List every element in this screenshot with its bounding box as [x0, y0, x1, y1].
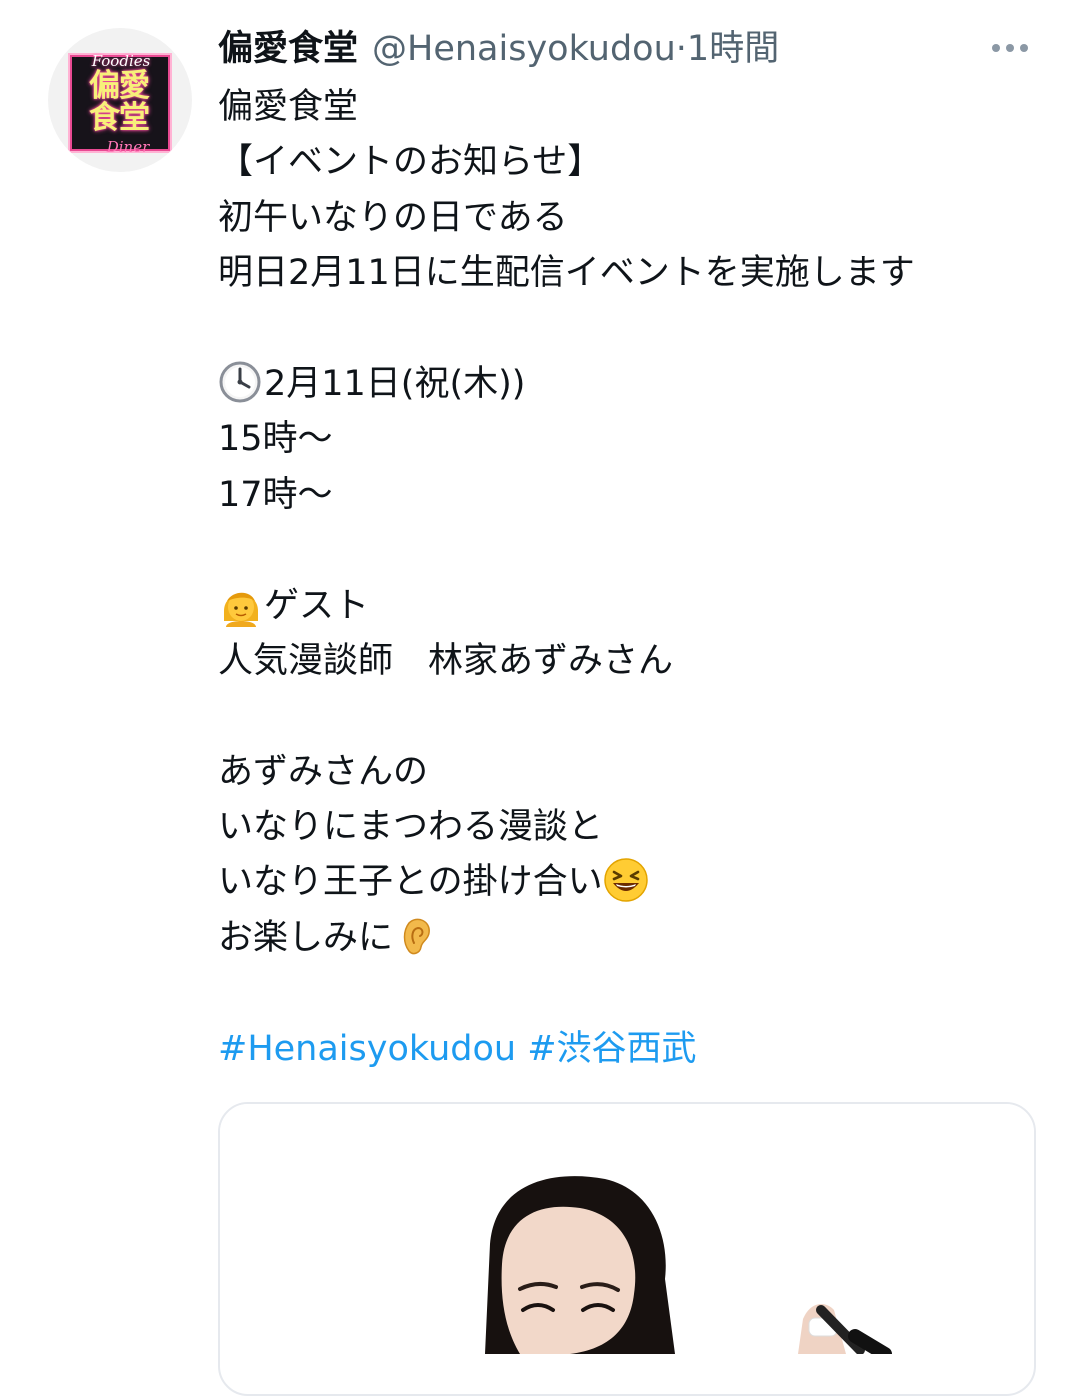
person-photo [220, 1104, 1034, 1354]
grinning-squinting-face-icon [603, 857, 649, 903]
hashtag-link[interactable]: #渋谷西武 [527, 1029, 696, 1069]
avatar-logo-main-text: 偏愛 食堂 [89, 68, 150, 136]
tweet: Foodies 偏愛 食堂 Diner 偏愛食堂 @Henaisyokudou·1… [0, 0, 1080, 1396]
body-gap [218, 523, 1058, 578]
body-title: 偏愛食堂 [218, 87, 359, 127]
author-avatar[interactable]: Foodies 偏愛 食堂 Diner [48, 28, 192, 172]
detail-line-1: あずみさんの [218, 751, 429, 792]
guest-name: 人気漫談師 林家あずみさん [218, 640, 674, 681]
body-headline: 【イベントのお知らせ】 [218, 142, 603, 183]
avatar-logo-bottom-text: Diner [106, 138, 150, 156]
ear-icon [393, 913, 439, 959]
detail-line-2: いなりにまつわる漫談と [218, 807, 604, 848]
tweet-header: 偏愛食堂 @Henaisyokudou·1時間 [218, 26, 779, 72]
media-card[interactable] [218, 1102, 1036, 1396]
hashtag-link[interactable]: #Henaisyokudou [218, 1029, 516, 1069]
clock-icon [218, 360, 262, 404]
header-separator: · [675, 29, 687, 69]
body-date-line: 2月11日(祝(木)) [218, 357, 1058, 412]
guest-label: ゲスト [264, 585, 370, 626]
event-time-2: 17時〜 [218, 474, 333, 515]
detail-line-4: お楽しみに [218, 917, 394, 958]
guest-label-line: ゲスト [218, 579, 1058, 634]
more-horizontal-icon[interactable] [988, 38, 1032, 58]
woman-icon [218, 581, 264, 627]
body-gap [218, 689, 1058, 744]
tweet-timestamp[interactable]: 1時間 [687, 29, 779, 69]
author-handle[interactable]: @Henaisyokudou [372, 29, 676, 69]
body-intro-line1: 初午いなりの日である [218, 197, 568, 238]
author-display-name[interactable]: 偏愛食堂 [218, 29, 358, 69]
tweet-body: 偏愛食堂 【イベントのお知らせ】 初午いなりの日である 明日2月11日に生配信イ… [218, 80, 1058, 1077]
detail-line-4-wrap: お楽しみに [218, 911, 1058, 966]
body-gap [218, 966, 1058, 1021]
event-date: 2月11日(祝(木)) [264, 363, 526, 404]
hashtag-row: #Henaisyokudou #渋谷西武 [218, 1022, 1058, 1077]
detail-line-3-wrap: いなり王子との掛け合い [218, 855, 1058, 910]
body-gap [218, 302, 1058, 357]
body-intro-line2: 明日2月11日に生配信イベントを実施します [218, 253, 915, 294]
detail-line-3: いなり王子との掛け合い [218, 862, 603, 903]
event-time-1: 15時〜 [218, 419, 333, 460]
